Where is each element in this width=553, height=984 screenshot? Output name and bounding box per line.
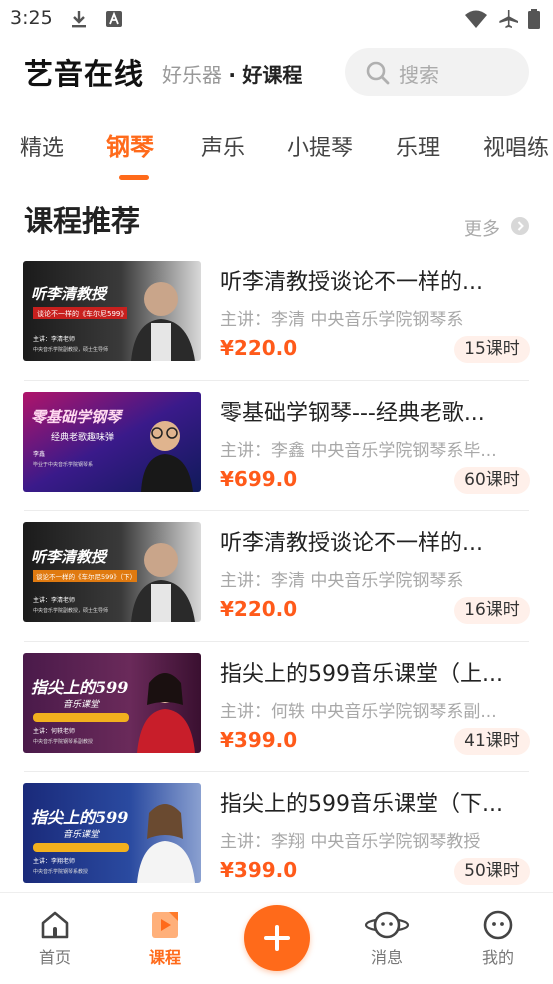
font-app-icon: [106, 11, 122, 27]
more-link[interactable]: 更多: [464, 215, 500, 241]
cover-headline: 零基础学钢琴: [31, 408, 124, 426]
battery-icon: [528, 9, 540, 29]
search-icon: [366, 61, 390, 85]
cover-headline: 指尖上的599: [31, 678, 128, 697]
course-teacher: 主讲：李清 中央音乐学院钢琴系: [220, 571, 464, 591]
cover-desc: 毕业于中央音乐学院钢琴系: [33, 461, 93, 468]
app-title: 艺音在线: [24, 57, 145, 91]
cover-teacher: 主讲：李清老师: [33, 335, 75, 343]
course-item[interactable]: 听李清教授 谈论不一样的《车尔尼599》（下） 主讲：李清老师 中央音乐学院副教…: [0, 511, 553, 642]
course-item[interactable]: 指尖上的599 音乐课堂 主讲：李翔老师 中央音乐学院钢琴系教授 指尖上的599…: [0, 772, 553, 903]
course-item[interactable]: 指尖上的599 音乐课堂 主讲：何轶老师 中央音乐学院钢琴系副教授 指尖上的59…: [0, 642, 553, 773]
course-teacher: 主讲：李翔 中央音乐学院钢琴教授: [220, 832, 481, 852]
lesson-count-badge: 41课时: [454, 727, 530, 755]
cover-headline: 听李清教授: [31, 285, 109, 303]
cover-desc: 中央音乐学院钢琴系副教授: [33, 738, 93, 745]
course-cover-image: 听李清教授 谈论不一样的《车尔尼599》 主讲：李清老师 中央音乐学院副教授，硕…: [23, 261, 201, 361]
chevron-right-icon[interactable]: [511, 217, 529, 235]
profile-icon: [483, 910, 513, 940]
cover-teacher: 主讲：何轶老师: [33, 727, 75, 735]
course-item[interactable]: 听李清教授 谈论不一样的《车尔尼599》 主讲：李清老师 中央音乐学院副教授，硕…: [0, 250, 553, 381]
nav-profile[interactable]: 我的: [443, 893, 553, 984]
plus-icon: [264, 925, 290, 951]
course-price: ¥220.0: [220, 336, 298, 360]
tab-featured[interactable]: 精选: [20, 130, 64, 162]
cover-subtitle: 音乐课堂: [63, 829, 100, 840]
course-title: 听李清教授谈论不一样的...: [220, 531, 483, 556]
cover-headline: 指尖上的599: [31, 808, 128, 827]
nav-messages[interactable]: 消息: [332, 893, 442, 984]
nav-profile-label: 我的: [481, 948, 514, 967]
nav-messages-label: 消息: [370, 948, 403, 967]
course-teacher: 主讲：李清 中央音乐学院钢琴系: [220, 310, 464, 330]
app-slogan: 好乐器 · 好课程: [162, 59, 302, 88]
nav-home[interactable]: 首页: [0, 893, 110, 984]
category-tabs: 精选 钢琴 声乐 小提琴 乐理 视唱练: [0, 126, 553, 182]
cover-desc: 中央音乐学院副教授，硕士生导师: [33, 346, 108, 353]
cover-teacher: 李鑫: [33, 450, 45, 458]
cover-subtitle: 谈论不一样的《车尔尼599》: [37, 309, 127, 318]
lesson-count-badge: 16课时: [454, 597, 530, 624]
lesson-count-badge: 15课时: [454, 336, 530, 363]
tab-music-theory[interactable]: 乐理: [396, 130, 440, 162]
slogan-courses: 好课程: [242, 63, 303, 87]
nav-courses[interactable]: 课程: [110, 893, 220, 984]
course-price: ¥399.0: [220, 727, 298, 752]
course-cover-image: 指尖上的599 音乐课堂 主讲：何轶老师 中央音乐学院钢琴系副教授: [23, 652, 201, 753]
course-price: ¥699.0: [220, 466, 298, 491]
course-cover-image: 听李清教授 谈论不一样的《车尔尼599》（下） 主讲：李清老师 中央音乐学院副教…: [23, 522, 201, 622]
cover-subtitle: 经典老歌趣味弹: [51, 431, 114, 443]
course-title: 零基础学钢琴---经典老歌...: [220, 400, 485, 426]
section-title: 课程推荐: [24, 204, 141, 238]
airplane-mode-icon: [499, 10, 518, 28]
tab-piano[interactable]: 钢琴: [106, 127, 154, 162]
slogan-instruments: 好乐器: [162, 63, 222, 87]
tab-violin[interactable]: 小提琴: [287, 130, 353, 162]
lesson-count-badge: 60课时: [454, 466, 530, 494]
add-button[interactable]: [244, 905, 310, 971]
cover-subtitle: 音乐课堂: [63, 699, 100, 710]
course-title: 听李清教授谈论不一样的...: [220, 270, 483, 295]
cover-teacher: 主讲：李清老师: [33, 596, 75, 604]
search-input[interactable]: 搜索: [345, 48, 529, 96]
message-icon: [364, 911, 410, 939]
course-item[interactable]: 零基础学钢琴 经典老歌趣味弹 李鑫 毕业于中央音乐学院钢琴系 零基础学钢琴---…: [0, 381, 553, 512]
cover-desc: 中央音乐学院副教授，硕士生导师: [33, 607, 108, 614]
search-placeholder: 搜索: [399, 63, 439, 87]
cover-headline: 听李清教授: [31, 548, 109, 566]
lesson-count-badge: 50课时: [454, 858, 530, 885]
course-teacher: 主讲：李鑫 中央音乐学院钢琴系毕...: [220, 440, 497, 461]
status-time: 3:25: [10, 7, 53, 29]
nav-courses-label: 课程: [148, 948, 181, 967]
nav-home-label: 首页: [38, 948, 71, 967]
active-tab-indicator: [119, 175, 149, 180]
course-cover-image: 零基础学钢琴 经典老歌趣味弹 李鑫 毕业于中央音乐学院钢琴系: [23, 391, 201, 492]
tab-vocal[interactable]: 声乐: [201, 130, 245, 162]
wifi-icon: [465, 10, 487, 28]
course-title: 指尖上的599音乐课堂（下...: [220, 792, 503, 817]
course-cover-image: 指尖上的599 音乐课堂 主讲：李翔老师 中央音乐学院钢琴系教授: [23, 783, 201, 883]
cover-desc: 中央音乐学院钢琴系教授: [33, 868, 88, 875]
cover-subtitle: 谈论不一样的《车尔尼599》（下）: [36, 572, 136, 581]
tab-solfege[interactable]: 视唱练: [483, 130, 549, 162]
bottom-nav: 首页 课程 消息 我的: [0, 892, 553, 984]
course-title: 指尖上的599音乐课堂（上...: [220, 661, 503, 687]
course-teacher: 主讲：何轶 中央音乐学院钢琴系副...: [220, 701, 497, 722]
status-bar: 3:25: [0, 0, 553, 38]
home-icon: [41, 911, 69, 939]
course-price: ¥399.0: [220, 858, 298, 882]
cover-teacher: 主讲：李翔老师: [33, 857, 75, 865]
slogan-separator: ·: [228, 63, 236, 87]
course-price: ¥220.0: [220, 597, 298, 621]
course-icon: [152, 912, 178, 938]
download-icon: [72, 11, 86, 28]
